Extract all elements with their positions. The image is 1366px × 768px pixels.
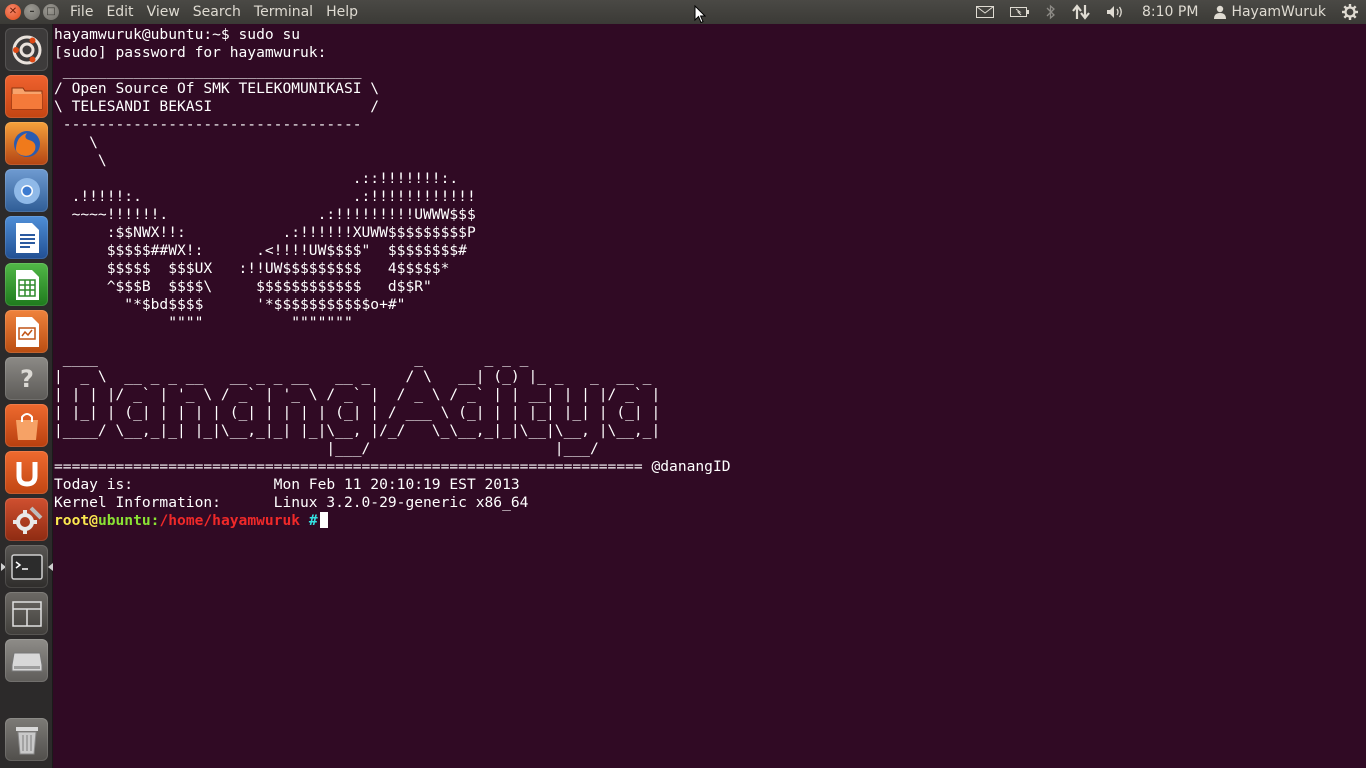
terminal-line: hayamwuruk@ubuntu:~$ sudo su bbox=[54, 26, 301, 43]
user-name: HayamWuruk bbox=[1231, 4, 1326, 20]
bluetooth-icon bbox=[1046, 4, 1055, 20]
drive-icon bbox=[11, 652, 42, 671]
terminal-line: $$$$$##WX!: .<!!!!UW$$$$" $$$$$$$$# bbox=[54, 242, 467, 259]
launcher-drive[interactable] bbox=[5, 639, 48, 682]
spreadsheet-icon bbox=[15, 269, 39, 300]
help-icon: ? bbox=[20, 365, 34, 393]
terminal-line: Today is: Mon Feb 11 20:10:19 EST 2013 bbox=[54, 476, 520, 493]
terminal-line: .!!!!!:. .:!!!!!!!!!!!! bbox=[54, 188, 476, 205]
terminal-line: ========================================… bbox=[54, 458, 731, 475]
battery-indicator[interactable] bbox=[1002, 0, 1038, 24]
launcher-system-settings[interactable] bbox=[5, 498, 48, 541]
battery-icon bbox=[1010, 7, 1030, 17]
firefox-icon bbox=[13, 130, 40, 157]
launcher-firefox[interactable] bbox=[5, 122, 48, 165]
terminal-line: """" """"""" bbox=[54, 314, 353, 331]
menu-help[interactable]: Help bbox=[322, 4, 367, 20]
terminal-line: \ TELESANDI BEKASI / bbox=[54, 98, 380, 115]
launcher-help[interactable]: ? bbox=[5, 357, 48, 400]
terminal-line: |___/ |___/ bbox=[54, 440, 599, 457]
close-window-button[interactable]: ✕ bbox=[5, 4, 21, 20]
bluetooth-indicator[interactable] bbox=[1038, 0, 1064, 24]
menu-search[interactable]: Search bbox=[189, 4, 250, 20]
network-indicator[interactable] bbox=[1064, 0, 1098, 24]
envelope-icon bbox=[976, 6, 995, 18]
settings-gear-icon bbox=[12, 506, 42, 534]
workspace-switcher-icon bbox=[11, 600, 42, 627]
terminal-line: ____ _ _ _ _ bbox=[54, 350, 529, 367]
terminal-line: \ bbox=[54, 134, 98, 151]
prompt-user: root bbox=[54, 512, 90, 529]
trash-icon bbox=[15, 726, 38, 754]
launcher-files[interactable] bbox=[5, 75, 48, 118]
prompt-path: /home/hayamwuruk bbox=[159, 512, 301, 529]
network-arrows-icon bbox=[1072, 4, 1090, 20]
menubar: File Edit View Search Terminal Help bbox=[66, 4, 367, 20]
terminal-line: | |_| | (_| | | | | (_| | | | | (_| | / … bbox=[54, 404, 661, 421]
terminal-line: $$$$$ $$$UX :!!UW$$$$$$$$$ 4$$$$$* bbox=[54, 260, 450, 277]
svg-text:?: ? bbox=[20, 365, 34, 393]
terminal-line: |____/ \__,_|_| |_|\__,_|_| |_|\__, |/_/… bbox=[54, 422, 661, 439]
ubuntu-one-icon bbox=[16, 461, 37, 487]
launcher-terminal[interactable] bbox=[5, 545, 48, 588]
terminal-line: ---------------------------------- bbox=[54, 116, 362, 133]
document-icon bbox=[15, 222, 39, 253]
terminal-line: | | | |/ _` | '_ \ / _` | '_ \ / _` | / … bbox=[54, 386, 661, 403]
ubuntu-logo-icon bbox=[12, 35, 41, 64]
shell-prompt: root@ubuntu:/home/hayamwuruk # bbox=[54, 512, 328, 529]
launcher-trash[interactable] bbox=[5, 718, 48, 761]
launcher-workspace-switcher[interactable] bbox=[5, 592, 48, 635]
prompt-host: ubuntu bbox=[97, 512, 151, 529]
session-indicator[interactable] bbox=[1334, 0, 1366, 24]
launcher: ? bbox=[0, 24, 53, 768]
indicator-area: 8:10 PM HayamWuruk bbox=[968, 0, 1366, 24]
terminal-line: | _ \ __ _ _ __ __ _ _ __ __ _ / \ __| (… bbox=[54, 368, 652, 385]
focused-indicator bbox=[48, 563, 53, 571]
launcher-writer[interactable] bbox=[5, 216, 48, 259]
presentation-icon bbox=[15, 316, 39, 347]
clock-indicator[interactable]: 8:10 PM bbox=[1134, 0, 1206, 24]
launcher-chromium[interactable] bbox=[5, 169, 48, 212]
launcher-dash-home[interactable] bbox=[5, 28, 48, 71]
text-cursor[interactable] bbox=[319, 512, 328, 528]
terminal-line: ^$$$B $$$$\ $$$$$$$$$$$$ d$$R" bbox=[54, 278, 432, 295]
terminal-line: .::!!!!!!!:. bbox=[54, 170, 459, 187]
launcher-impress[interactable] bbox=[5, 310, 48, 353]
window-controls: ✕ – □ bbox=[0, 4, 66, 20]
menu-file[interactable]: File bbox=[66, 4, 102, 20]
terminal-line: / Open Source Of SMK TELEKOMUNIKASI \ bbox=[54, 80, 380, 97]
terminal-line: __________________________________ bbox=[54, 62, 362, 79]
mouse-pointer-icon bbox=[694, 5, 706, 24]
terminal-line: \ bbox=[54, 152, 107, 169]
gear-icon bbox=[1342, 4, 1358, 20]
sound-indicator[interactable] bbox=[1098, 0, 1134, 24]
shopping-bag-icon bbox=[15, 412, 38, 440]
top-panel: ✕ – □ File Edit View Search Terminal Hel… bbox=[0, 0, 1366, 24]
terminal-icon bbox=[10, 553, 43, 580]
messaging-indicator[interactable] bbox=[968, 0, 1002, 24]
terminal-line: [sudo] password for hayamwuruk: bbox=[54, 44, 327, 61]
launcher-ubuntu-one[interactable] bbox=[5, 451, 48, 494]
minimize-window-button[interactable]: – bbox=[24, 4, 40, 20]
terminal-line: ~~~~!!!!!!. .:!!!!!!!!!UWWW$$$ bbox=[54, 206, 476, 223]
menu-terminal[interactable]: Terminal bbox=[250, 4, 322, 20]
chromium-icon bbox=[13, 177, 40, 204]
terminal-line: :$$NWX!!: .:!!!!!!XUWW$$$$$$$$$P bbox=[54, 224, 476, 241]
user-icon bbox=[1214, 5, 1227, 19]
menu-edit[interactable]: Edit bbox=[102, 4, 142, 20]
terminal-view[interactable]: hayamwuruk@ubuntu:~$ sudo su [sudo] pass… bbox=[54, 24, 1366, 768]
folder-icon bbox=[11, 87, 42, 109]
launcher-software-center[interactable] bbox=[5, 404, 48, 447]
speaker-icon bbox=[1107, 6, 1122, 18]
terminal-line: Kernel Information: Linux 3.2.0-29-gener… bbox=[54, 494, 529, 511]
terminal-output: hayamwuruk@ubuntu:~$ sudo su [sudo] pass… bbox=[54, 26, 1366, 530]
launcher-calc[interactable] bbox=[5, 263, 48, 306]
prompt-at: @ bbox=[89, 512, 98, 529]
maximize-window-button[interactable]: □ bbox=[43, 4, 59, 20]
menu-view[interactable]: View bbox=[143, 4, 189, 20]
user-indicator[interactable]: HayamWuruk bbox=[1206, 0, 1334, 24]
prompt-hash: # bbox=[300, 512, 318, 529]
terminal-line: "*$bd$$$$ '*$$$$$$$$$$$o+#" bbox=[54, 296, 406, 313]
